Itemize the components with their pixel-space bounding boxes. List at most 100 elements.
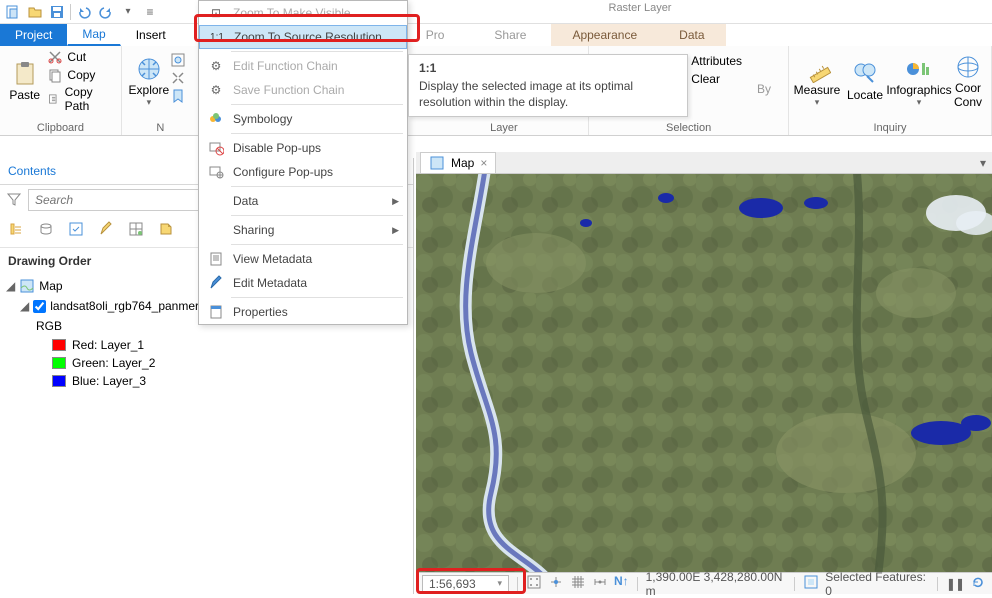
edit-function-chain-label: Edit Function Chain [233,59,338,73]
open-project-icon[interactable] [26,3,44,21]
properties-label: Properties [233,305,288,319]
snap-toggle-icon[interactable] [548,574,564,593]
map-tab-label: Map [451,156,474,170]
menu-zoom-make-visible[interactable]: ⊡ Zoom To Make Visible [199,1,407,25]
new-project-icon[interactable] [4,3,22,21]
menu-edit-metadata[interactable]: Edit Metadata [199,271,407,295]
north-arrow-icon[interactable]: N↑ [614,574,629,593]
tab-insert[interactable]: Insert [121,24,181,46]
map-canvas[interactable] [416,174,992,572]
coord-conv-label: Coor Conv [954,81,982,109]
tab-pro[interactable]: Pro [411,24,460,46]
menu-configure-popups[interactable]: Configure Pop-ups [199,160,407,184]
toc-band-green: Green: Layer_2 [6,354,407,372]
copy-path-button[interactable]: Copy Path [43,84,114,114]
refresh-icon[interactable] [970,574,986,593]
cut-label: Cut [67,50,86,64]
qat-more-icon[interactable]: ≡ [141,3,159,21]
list-by-drawing-order-icon[interactable] [8,221,28,241]
submenu-arrow-icon: ▶ [392,196,399,207]
list-by-labeling-icon[interactable] [158,221,178,241]
toolbar-separator [70,4,71,20]
green-swatch-icon [52,357,66,369]
menu-symbology[interactable]: Symbology [199,107,407,131]
measure-button[interactable]: Measure▾ [795,48,839,114]
pause-drawing-icon[interactable]: ❚❚ [946,577,964,591]
cut-button[interactable]: Cut [43,48,114,66]
snap-grid-icon[interactable] [526,574,542,593]
selected-features-icon[interactable] [803,574,819,593]
menu-separator [231,297,403,298]
explore-button[interactable]: Explore ▾ [128,48,170,114]
menu-data[interactable]: Data ▶ [199,189,407,213]
view-metadata-icon [205,249,227,269]
coord-conv-button[interactable]: Coor Conv [951,48,985,114]
save-icon[interactable] [48,3,66,21]
redo-icon[interactable] [97,3,115,21]
qat-customize-icon[interactable]: ▾ [119,3,137,21]
undo-icon[interactable] [75,3,93,21]
menu-zoom-source-resolution[interactable]: 1:1 Zoom To Source Resolution [199,25,407,49]
status-view-icons: N↑ [526,574,629,593]
menu-sharing[interactable]: Sharing▶ [199,218,407,242]
menu-separator [231,104,403,105]
status-separator [937,577,938,591]
copy-button[interactable]: Copy [43,66,114,84]
infographics-button[interactable]: Infographics▾ [891,48,947,114]
save-function-chain-label: Save Function Chain [233,83,344,97]
map-icon [19,278,35,294]
menu-edit-function-chain[interactable]: ⚙Edit Function Chain [199,54,407,78]
list-by-editing-icon[interactable] [98,221,118,241]
tooltip: 1:1 Display the selected image at its op… [408,54,688,117]
close-tab-icon[interactable]: × [480,156,487,170]
grid-icon[interactable] [570,574,586,593]
menu-disable-popups[interactable]: Disable Pop-ups [199,136,407,160]
map-view: Map × ▾ [416,152,992,572]
dynamic-range-icon[interactable] [592,574,608,593]
list-by-snapping-icon[interactable] [128,221,148,241]
map-item-label: Map [39,279,62,293]
menu-separator [231,133,403,134]
tab-appearance[interactable]: Appearance [551,24,658,46]
tab-data[interactable]: Data [658,24,725,46]
filter-icon[interactable] [6,191,22,210]
menu-properties[interactable]: Properties [199,300,407,324]
configure-popups-icon [205,162,227,182]
locate-button[interactable]: Locate [843,48,887,114]
symbology-label: Symbology [233,112,292,126]
list-by-source-icon[interactable] [38,221,58,241]
scale-input[interactable]: 1:56,693 ▾ [422,575,509,593]
scale-value: 1:56,693 [429,577,476,591]
expand-icon[interactable]: ◢ [6,279,15,293]
map-tabbar: Map × ▾ [416,152,992,174]
map-tab[interactable]: Map × [420,152,496,173]
context-tab-header: Raster Layer [580,2,700,14]
tab-map[interactable]: Map [67,23,120,46]
zoom-visible-icon: ⊡ [205,3,227,23]
zoom-make-visible-label: Zoom To Make Visible [233,6,351,20]
selection-group-label: Selection [589,122,788,134]
map-view-dropdown-icon[interactable]: ▾ [980,156,986,170]
green-band-label: Green: Layer_2 [72,356,155,370]
tab-project[interactable]: Project [0,24,67,46]
rgb-label: RGB [36,319,62,333]
dropdown-icon[interactable]: ▾ [498,578,503,589]
copy-path-label: Copy Path [65,85,111,113]
list-by-selection-icon[interactable] [68,221,88,241]
data-label: Data [233,194,258,208]
navigate-group-label: N [122,122,199,134]
disable-popups-label: Disable Pop-ups [233,141,321,155]
ribbon-tabs: Project Map Insert Pro Share Appearance … [0,24,992,46]
layer-visibility-checkbox[interactable] [33,300,46,313]
menu-save-function-chain[interactable]: ⚙Save Function Chain [199,78,407,102]
zoom-source-res-label: Zoom To Source Resolution [234,30,382,44]
bookmark-icon[interactable] [170,88,186,104]
expand-icon[interactable]: ◢ [20,299,29,313]
zoom-collapse-icon[interactable] [170,70,186,86]
full-extent-icon[interactable] [170,52,186,68]
ratio-icon: 1:1 [206,27,228,47]
paste-button[interactable]: Paste [6,48,43,114]
tab-share[interactable]: Share [479,24,541,46]
quick-access-toolbar: ▾ ≡ [0,0,992,24]
menu-view-metadata[interactable]: View Metadata [199,247,407,271]
